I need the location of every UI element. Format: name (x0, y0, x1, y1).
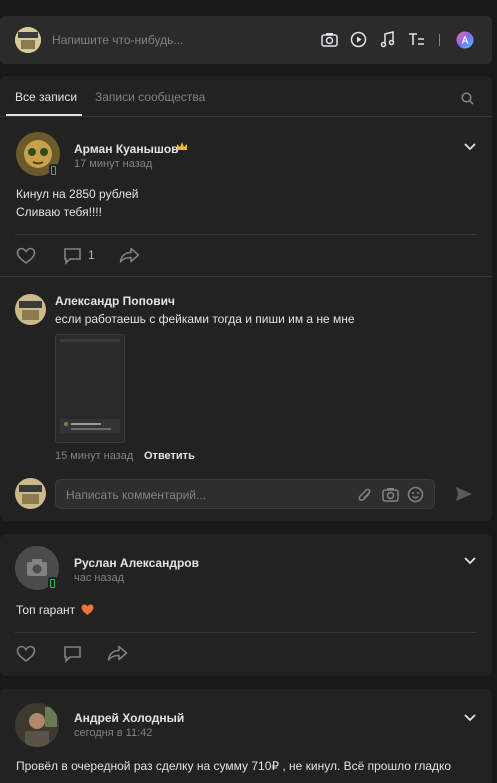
music-icon[interactable] (380, 31, 395, 48)
post-card: Андрей Холодный сегодня в 11:42 Провёл в… (0, 689, 492, 783)
comments-count[interactable]: 1 (88, 248, 95, 262)
toolbar-separator (439, 34, 440, 46)
chevron-down-icon[interactable] (464, 143, 476, 151)
comment-text: если работаешь с фейками тогда и пиши им… (55, 312, 355, 326)
user-avatar[interactable] (15, 478, 46, 509)
camera-icon[interactable] (321, 32, 338, 48)
heart-emoji-icon (81, 604, 94, 616)
post-author-avatar[interactable] (15, 703, 59, 747)
post-author-name[interactable]: Руслан Александров (74, 556, 199, 570)
ai-icon[interactable]: A (456, 31, 474, 49)
like-icon[interactable] (16, 645, 36, 663)
online-mobile-indicator (48, 577, 57, 590)
share-icon[interactable] (107, 645, 128, 661)
post-divider (15, 234, 477, 235)
post-text: Провёл в очередной раз сделку на сумму 7… (16, 759, 452, 773)
comment-icon[interactable] (63, 247, 82, 265)
post-text: Топ гарант (16, 601, 94, 619)
post-time[interactable]: 17 минут назад (74, 158, 152, 170)
crown-icon (176, 141, 188, 152)
post-text-line: Кинул на 2850 рублей (16, 187, 139, 201)
post-divider (15, 632, 477, 633)
comment-input[interactable] (66, 486, 346, 504)
comment-attachment-image[interactable] (55, 334, 125, 443)
post-text-content: Топ гарант (16, 603, 76, 617)
reply-button[interactable]: Ответить (144, 450, 195, 462)
comments-divider (0, 276, 492, 277)
svg-text:A: A (461, 36, 468, 47)
comment-time[interactable]: 15 минут назад (55, 450, 133, 462)
text-format-icon[interactable] (408, 32, 425, 47)
post-text-line: Сливаю тебя!!!! (16, 205, 102, 219)
post-card: Руслан Александров час назад Топ гарант (0, 534, 492, 676)
online-mobile-indicator (49, 164, 58, 177)
composer-input[interactable] (52, 31, 292, 49)
paperclip-icon[interactable] (358, 487, 372, 503)
tab-all-posts[interactable]: Все записи (15, 90, 77, 104)
chevron-down-icon[interactable] (464, 557, 476, 565)
send-icon[interactable] (455, 486, 473, 502)
tabs-divider (0, 116, 492, 117)
post-composer: #composer-input::placeholder{color:#8282… (0, 16, 492, 64)
post-time[interactable]: час назад (74, 572, 124, 584)
user-avatar[interactable] (15, 27, 41, 53)
comment-input-box[interactable] (55, 479, 435, 509)
camera-icon[interactable] (382, 487, 399, 503)
comment-icon[interactable] (63, 645, 82, 663)
search-icon[interactable] (461, 92, 474, 105)
post-time[interactable]: сегодня в 11:42 (74, 727, 152, 739)
comment-author-avatar[interactable] (15, 294, 46, 325)
emoji-icon[interactable] (407, 486, 424, 503)
tab-community-posts[interactable]: Записи сообщества (95, 90, 205, 104)
post-author-name[interactable]: Андрей Холодный (74, 711, 184, 725)
post-author-name[interactable]: Арман Куанышов (74, 142, 179, 156)
video-icon[interactable] (350, 31, 367, 48)
comment-author-name[interactable]: Александр Попович (55, 294, 175, 308)
feed-card: Все записи Записи сообщества Арман Куаны… (0, 76, 492, 521)
like-icon[interactable] (16, 247, 36, 265)
share-icon[interactable] (119, 247, 140, 263)
chevron-down-icon[interactable] (464, 714, 476, 722)
